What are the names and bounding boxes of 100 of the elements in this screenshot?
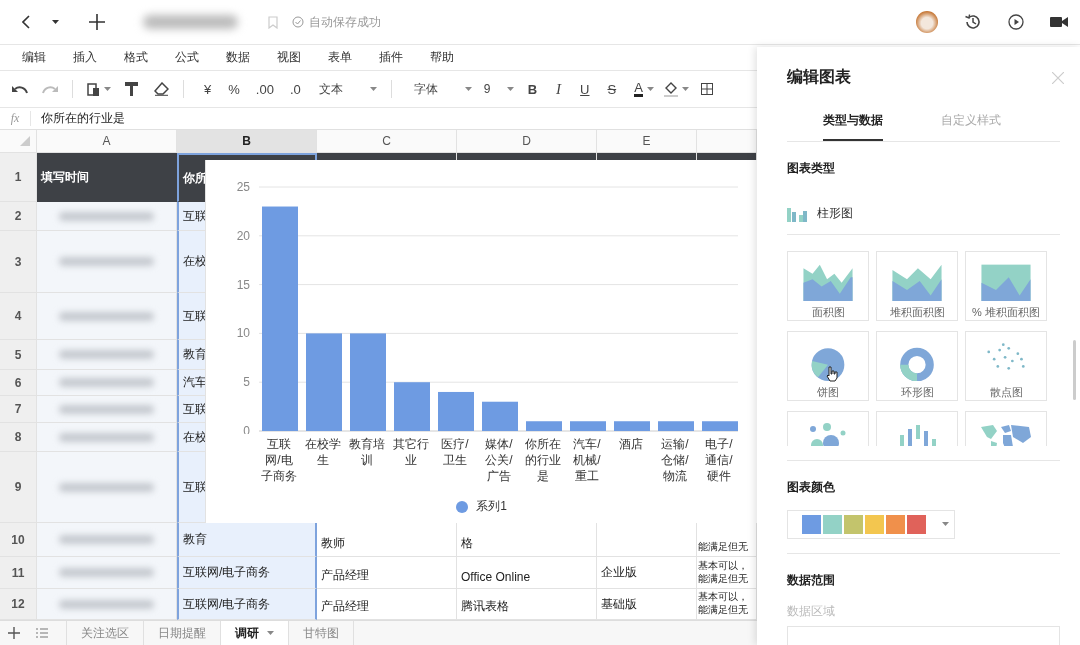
italic-button[interactable]: I	[556, 80, 562, 98]
x-axis-label: 汽车/机械/重工	[572, 436, 602, 484]
row-number[interactable]: 4	[0, 293, 37, 340]
y-tick-label: 25	[236, 180, 250, 194]
row-number[interactable]: 10	[0, 523, 37, 557]
video-camera-icon[interactable]	[1050, 16, 1068, 28]
panel-tab[interactable]: 类型与数据	[823, 112, 883, 141]
menu-item[interactable]: 插入	[73, 49, 97, 66]
chart-type-dropdown[interactable]: 柱形图	[817, 205, 853, 222]
scrollbar[interactable]	[1073, 340, 1076, 400]
add-decimal-button[interactable]: .00	[255, 81, 274, 97]
table-cell: 格	[461, 535, 473, 552]
paint-roller-icon[interactable]	[125, 82, 138, 96]
undo-icon[interactable]	[12, 84, 28, 94]
number-format-dropdown[interactable]: 文本	[318, 80, 377, 98]
chart-type-option[interactable]: 饼图	[787, 331, 869, 401]
header-cell[interactable]	[317, 153, 456, 160]
add-icon[interactable]	[8, 627, 20, 639]
table-cell: 汽车	[183, 374, 207, 391]
history-icon[interactable]	[964, 13, 982, 31]
y-tick-label: 20	[236, 228, 250, 243]
column-header[interactable]: D	[457, 130, 597, 153]
play-icon[interactable]	[1008, 14, 1024, 30]
chart-type-option[interactable]: 面积图	[787, 251, 869, 321]
table-cell: 互联	[183, 207, 207, 225]
underline-button[interactable]: U	[580, 81, 590, 97]
bar-chart-icon	[787, 205, 807, 222]
function-label: fx	[0, 111, 31, 126]
x-axis-label: 你所在的行业是	[524, 436, 562, 484]
font-size-dropdown[interactable]: 9	[483, 82, 514, 96]
row-number[interactable]: 7	[0, 396, 37, 423]
column-header[interactable]: E	[597, 130, 697, 153]
back-icon[interactable]	[22, 15, 30, 29]
column-header[interactable]: B	[177, 130, 317, 153]
row-number[interactable]: 2	[0, 202, 37, 231]
hand-cursor-icon	[826, 366, 838, 382]
column-header[interactable]: A	[37, 130, 177, 153]
menu-item[interactable]: 表单	[328, 49, 352, 66]
color-palette-dropdown[interactable]	[787, 509, 955, 539]
legend-dot	[456, 500, 469, 513]
bar	[702, 421, 738, 431]
percent-button[interactable]: %	[228, 81, 240, 97]
chart-type-option[interactable]: 散点图	[965, 331, 1047, 401]
remove-decimal-button[interactable]: .0	[289, 81, 301, 97]
menu-item[interactable]: 编辑	[22, 49, 46, 66]
list-icon[interactable]	[36, 628, 48, 638]
menu-item[interactable]: 插件	[379, 49, 403, 66]
row-number[interactable]: 12	[0, 589, 37, 620]
eraser-icon[interactable]	[154, 82, 169, 96]
table-cell: 互联网/电子商务	[183, 595, 271, 613]
table-cell: 产品经理	[321, 567, 369, 584]
row-number[interactable]: 11	[0, 557, 37, 589]
table-cell: Office Online	[461, 570, 531, 584]
menu-item[interactable]: 格式	[124, 49, 148, 66]
check-circle-icon	[292, 16, 304, 28]
avatar[interactable]	[916, 11, 938, 33]
select-all-icon[interactable]	[20, 136, 30, 146]
formula-input[interactable]: 你所在的行业是	[31, 110, 125, 127]
caret-icon	[942, 522, 949, 527]
row-number[interactable]: 6	[0, 370, 37, 396]
header-cell[interactable]	[697, 153, 756, 160]
chart-type-option[interactable]: 环形图	[876, 331, 958, 401]
table-cell: 能满足但无	[698, 540, 748, 553]
chart-type-option[interactable]: % 堆积面积图	[965, 251, 1047, 321]
bar	[570, 421, 606, 431]
header-cell[interactable]	[597, 153, 696, 160]
bookmark-icon[interactable]	[268, 15, 278, 29]
font-color-button[interactable]: A	[634, 81, 643, 97]
table-cell: 基础版	[601, 595, 637, 613]
column-header[interactable]	[697, 130, 757, 153]
sheet-tab[interactable]: 关注选区	[66, 621, 143, 645]
sheet-tab[interactable]: 甘特图	[288, 621, 353, 645]
x-axis-label: 运输/仓储/物流	[660, 436, 690, 484]
row-number[interactable]: 5	[0, 340, 37, 370]
chart-type-option[interactable]: 堆积面积图	[876, 251, 958, 321]
strikethrough-button[interactable]: S	[607, 81, 617, 97]
row-number[interactable]: 9	[0, 452, 37, 523]
fill-color-icon[interactable]	[663, 81, 678, 97]
row-number[interactable]: 8	[0, 423, 37, 452]
currency-button[interactable]: ¥	[204, 81, 212, 97]
table-cell: 教育	[183, 531, 207, 548]
add-icon[interactable]	[89, 14, 105, 30]
font-dropdown[interactable]: 字体	[413, 80, 472, 98]
menu-item[interactable]: 视图	[277, 49, 301, 66]
close-icon[interactable]	[1052, 71, 1064, 84]
row-number[interactable]: 3	[0, 231, 37, 293]
row-number[interactable]: 1	[0, 153, 37, 202]
clipboard-icon[interactable]	[87, 81, 100, 97]
header-cell[interactable]	[457, 153, 596, 160]
menu-item[interactable]: 帮助	[430, 49, 454, 66]
menu-item[interactable]: 数据	[226, 49, 250, 66]
column-header[interactable]: C	[317, 130, 457, 153]
caret-icon	[646, 87, 654, 91]
x-axis-label: 其它行业	[392, 436, 430, 469]
menu-item[interactable]: 公式	[175, 49, 199, 66]
sheet-tab[interactable]: 调研	[220, 621, 288, 645]
bar	[394, 382, 430, 431]
borders-icon[interactable]	[700, 83, 713, 95]
bold-button[interactable]: B	[527, 81, 538, 97]
input-field[interactable]	[787, 625, 1060, 645]
